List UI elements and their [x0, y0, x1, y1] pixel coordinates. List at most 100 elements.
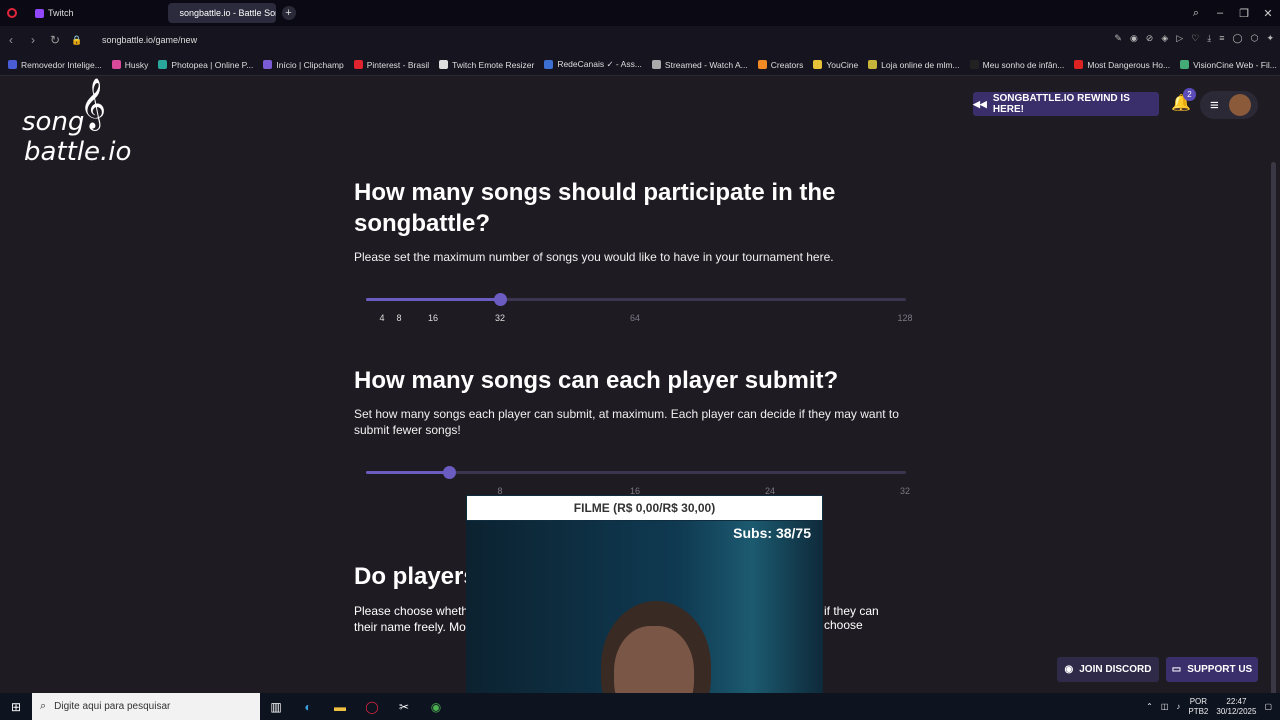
slider-fill: [366, 471, 449, 474]
clock[interactable]: 22:47 30/12/2025: [1216, 697, 1256, 717]
bookmark-item[interactable]: Meu sonho de infân...: [969, 60, 1064, 70]
opera-logo-icon[interactable]: [7, 8, 17, 18]
bookmark-item[interactable]: Photopea | Online P...: [158, 60, 253, 70]
system-tray: ⌃ ◫ ♪ POR PTB2 22:47 30/12/2025 ▢: [1146, 693, 1272, 720]
slider-thumb[interactable]: [494, 293, 507, 306]
address-bar: ‹ › ↻ 🔒 songbattle.io/game/new ✎ ◉ ⊘ ◈ ▷…: [0, 26, 1280, 54]
bookmark-item[interactable]: Removedor Intelige...: [8, 60, 102, 70]
windows-taskbar: ⊞ ⌕ Digite aqui para pesquisar ▥ ◐ ▬ ◯ ✂…: [0, 693, 1280, 720]
songs-count-slider[interactable]: 4 8 16 32 64 128: [354, 283, 914, 323]
bookmark-item[interactable]: Início | Clipchamp: [263, 60, 344, 70]
discord-icon: ◉: [1064, 664, 1074, 675]
avatar: [1228, 94, 1251, 116]
songs-count-section: How many songs should participate in the…: [354, 177, 914, 323]
rewind-banner-button[interactable]: ◀◀ SONGBATTLE.IO REWIND IS HERE!: [973, 92, 1159, 116]
slider-tick: 64: [629, 313, 641, 323]
logo-text-song: song: [22, 107, 85, 137]
songbattle-logo[interactable]: 𝄞 song battle.io: [22, 82, 132, 168]
bookmark-item[interactable]: Streamed - Watch A...: [651, 60, 748, 70]
volume-icon[interactable]: ♪: [1176, 702, 1180, 711]
twitch-icon: [35, 8, 44, 18]
reload-button[interactable]: ↻: [44, 33, 66, 47]
bookmark-item[interactable]: VisionCine Web - Fil...: [1180, 60, 1277, 70]
description-line2: their name freely. Mor: [354, 620, 470, 634]
slider-tick: 4: [379, 313, 385, 323]
clock-time: 22:47: [1226, 696, 1247, 706]
notification-badge: 2: [1183, 88, 1196, 101]
file-explorer-icon[interactable]: ▬: [324, 700, 356, 714]
slider-tick: 32: [494, 313, 506, 323]
menu-icon[interactable]: ≡: [1219, 33, 1224, 44]
bookmark-item[interactable]: Creators: [757, 60, 803, 70]
join-discord-button[interactable]: ◉ JOIN DISCORD: [1057, 657, 1159, 682]
download-icon[interactable]: ⤓: [1207, 33, 1211, 44]
opera-icon[interactable]: ◯: [356, 700, 388, 714]
url-field[interactable]: songbattle.io/game/new: [102, 35, 197, 45]
tab-twitch[interactable]: Twitch: [27, 3, 82, 23]
edge-icon[interactable]: ◐: [292, 700, 324, 714]
description-right: if they can choose: [824, 604, 879, 632]
minimize-button[interactable]: –: [1208, 7, 1232, 19]
chrome-icon[interactable]: ◉: [420, 700, 452, 714]
lang-bottom: PTB2: [1188, 706, 1209, 716]
slider-tick: 16: [427, 313, 439, 323]
network-icon[interactable]: ◫: [1161, 702, 1169, 711]
edit-icon[interactable]: ✎: [1114, 33, 1122, 44]
close-button[interactable]: ✕: [1256, 7, 1280, 20]
songs-per-player-slider[interactable]: 8 16 24 32: [354, 456, 914, 496]
support-us-button[interactable]: ▭ SUPPORT US: [1166, 657, 1258, 682]
task-view-icon[interactable]: ▥: [260, 700, 292, 714]
vpn-icon[interactable]: ◈: [1161, 33, 1168, 44]
windows-start-icon[interactable]: ⊞: [0, 700, 32, 714]
rewind-label: SONGBATTLE.IO REWIND IS HERE!: [992, 93, 1130, 115]
bookmark-item[interactable]: Twitch Emote Resizer: [439, 60, 534, 70]
search-tabs-icon[interactable]: ⌕: [1184, 7, 1208, 20]
slider-tick: 8: [396, 313, 402, 323]
notifications-icon[interactable]: ▢: [1264, 702, 1272, 711]
page-scrollbar[interactable]: [1271, 162, 1276, 693]
capcut-icon[interactable]: ✂: [388, 700, 420, 714]
bookmark-item[interactable]: Loja online de mlm...: [868, 60, 960, 70]
support-icon: ▭: [1171, 664, 1182, 675]
support-label: SUPPORT US: [1187, 664, 1253, 675]
ai-icon[interactable]: ✦: [1266, 33, 1274, 44]
bookmark-item[interactable]: YouCine: [813, 60, 858, 70]
play-icon[interactable]: ▷: [1176, 33, 1183, 44]
bookmark-item[interactable]: Most Dangerous Ho...: [1074, 60, 1170, 70]
tab-label: Twitch: [48, 8, 74, 18]
new-tab-button[interactable]: +: [281, 6, 296, 20]
stream-webcam-overlay: FILME (R$ 0,00/R$ 30,00) Subs: 38/75: [466, 495, 823, 720]
bookmark-item[interactable]: Husky: [111, 60, 148, 70]
forward-button[interactable]: ›: [22, 33, 44, 47]
subs-counter: Subs: 38/75: [733, 525, 811, 541]
extensions-icon[interactable]: ⬡: [1251, 33, 1259, 44]
tray-chevron-icon[interactable]: ⌃: [1146, 702, 1153, 711]
logo-text-battle: battle.io: [24, 137, 132, 167]
description-left: Please choose whethe: [354, 604, 475, 618]
slider-tick: 32: [899, 486, 911, 496]
profile-icon[interactable]: ◯: [1233, 33, 1243, 44]
heart-icon[interactable]: ♡: [1191, 33, 1199, 44]
slider-fill: [366, 298, 500, 301]
slider-thumb[interactable]: [443, 466, 456, 479]
bookmark-item[interactable]: Pinterest - Brasil: [353, 60, 429, 70]
section-description: Please set the maximum number of songs y…: [354, 250, 834, 264]
lang-top: POR: [1189, 696, 1208, 706]
maximize-button[interactable]: ❐: [1232, 7, 1256, 20]
back-button[interactable]: ‹: [0, 33, 22, 47]
search-icon: ⌕: [40, 700, 47, 712]
lock-icon: 🔒: [71, 34, 83, 45]
adblock-icon[interactable]: ⊘: [1146, 33, 1154, 44]
tab-songbattle[interactable]: songbattle.io - Battle Son: [167, 3, 276, 23]
taskbar-search-input[interactable]: ⌕ Digite aqui para pesquisar: [32, 693, 260, 720]
webcam-feed: [466, 521, 823, 720]
section-description: Set how many songs each player can submi…: [354, 407, 899, 437]
language-indicator[interactable]: POR PTB2: [1188, 697, 1208, 717]
bookmark-item[interactable]: RedeCanais ✓ - Ass...: [544, 59, 642, 70]
hamburger-icon: ≡: [1210, 96, 1219, 114]
user-menu-button[interactable]: ≡: [1200, 91, 1258, 119]
tab-label: songbattle.io - Battle Son: [179, 8, 276, 18]
discord-label: JOIN DISCORD: [1079, 664, 1152, 675]
search-placeholder: Digite aqui para pesquisar: [54, 701, 171, 712]
camera-icon[interactable]: ◉: [1130, 33, 1138, 44]
